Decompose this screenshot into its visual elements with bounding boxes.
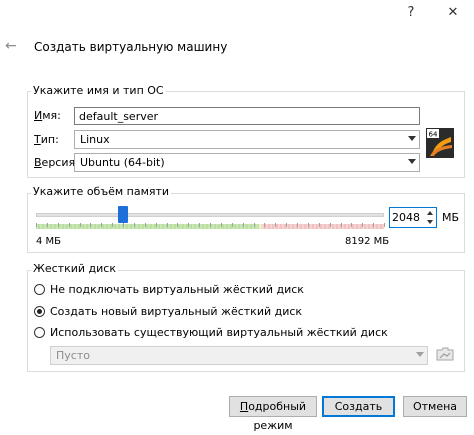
slider-tick	[351, 223, 353, 227]
type-select-value: Linux	[80, 133, 110, 146]
danger-zone	[262, 224, 384, 229]
help-button[interactable]: ?	[404, 6, 418, 20]
memory-value: 2048	[392, 211, 420, 224]
radio-none[interactable]	[34, 284, 45, 295]
memory-slider-track[interactable]	[36, 213, 384, 217]
existing-disk-select: Пусто	[50, 346, 428, 365]
version-select-value: Ubuntu (64-bit)	[80, 156, 165, 169]
slider-tick	[166, 223, 168, 227]
slider-tick	[133, 223, 135, 227]
disk-option-none-label: Не подключать виртуальный жёсткий диск	[50, 283, 304, 296]
memory-max-label: 8192 МБ	[345, 236, 390, 247]
existing-disk-value: Пусто	[56, 349, 90, 362]
slider-tick	[188, 223, 190, 227]
slider-tick	[242, 223, 244, 227]
cancel-button[interactable]: Отмена	[403, 396, 467, 417]
name-label: Имя:	[34, 109, 61, 122]
folder-icon	[436, 346, 454, 362]
slider-tick	[36, 223, 37, 227]
slider-tick	[384, 223, 385, 227]
name-input[interactable]: default_server	[74, 107, 420, 125]
slider-tick	[123, 223, 124, 227]
disk-group-title: Жесткий диск	[31, 262, 118, 275]
disk-option-create[interactable]: Создать новый виртуальный жёсткий диск	[34, 305, 454, 320]
back-arrow-icon[interactable]: ←	[5, 38, 17, 54]
slider-tick	[79, 223, 81, 227]
slider-tick	[329, 223, 331, 227]
slider-tick	[307, 223, 309, 227]
spin-up-button[interactable]	[425, 209, 435, 218]
slider-tick	[264, 223, 266, 227]
radio-selected-dot	[37, 309, 42, 314]
slider-tick	[340, 223, 342, 227]
arrow-up-icon	[427, 211, 433, 215]
slider-tick	[144, 223, 146, 227]
expert-mode-button[interactable]: Подробный режим	[229, 396, 317, 432]
slider-tick	[177, 223, 179, 227]
slider-tick	[155, 223, 157, 227]
arrow-down-icon	[427, 220, 433, 224]
slider-tick	[112, 223, 114, 227]
type-select[interactable]: Linux	[74, 130, 420, 149]
type-label: Тип:	[34, 133, 59, 146]
slider-tick	[275, 223, 277, 227]
spin-down-button[interactable]	[425, 218, 435, 227]
slider-tick	[318, 223, 320, 227]
memory-unit: МБ	[442, 211, 460, 224]
slider-tick	[373, 223, 375, 227]
slider-tick	[297, 223, 298, 227]
memory-slider-thumb[interactable]	[118, 206, 128, 223]
disk-option-create-label: Создать новый виртуальный жёсткий диск	[50, 305, 303, 318]
name-os-group-title: Укажите имя и тип ОС	[31, 84, 166, 97]
memory-min-label: 4 МБ	[36, 236, 62, 247]
slider-tick	[253, 223, 255, 227]
radio-create[interactable]	[34, 306, 45, 317]
os-icon-badge: 64	[429, 131, 438, 139]
slider-tick	[362, 223, 364, 227]
slider-tick	[210, 223, 211, 227]
chevron-down-icon	[416, 352, 424, 357]
slider-tick	[199, 223, 201, 227]
ubuntu-os-icon: 64	[426, 128, 454, 158]
memory-group-title: Укажите объём памяти	[31, 185, 172, 198]
dialog-title: Создать виртуальную машину	[34, 40, 228, 54]
disk-option-existing[interactable]: Использовать существующий виртуальный жё…	[34, 326, 454, 341]
chevron-down-icon	[408, 159, 416, 164]
disk-option-existing-label: Использовать существующий виртуальный жё…	[50, 326, 388, 339]
slider-tick	[90, 223, 92, 227]
slider-tick	[46, 223, 48, 227]
radio-existing[interactable]	[34, 327, 45, 338]
slider-tick	[68, 223, 70, 227]
chevron-down-icon	[408, 136, 416, 141]
slider-tick	[101, 223, 103, 227]
close-button[interactable]: ✕	[446, 6, 460, 20]
slider-tick	[57, 223, 59, 227]
version-label: Версия:	[34, 156, 79, 169]
slider-tick	[286, 223, 288, 227]
slider-tick	[231, 223, 233, 227]
version-select[interactable]: Ubuntu (64-bit)	[74, 153, 420, 172]
memory-spinbox[interactable]: 2048	[389, 207, 437, 228]
create-button[interactable]: Создать	[322, 396, 395, 417]
slider-tick	[220, 223, 222, 227]
disk-option-none[interactable]: Не подключать виртуальный жёсткий диск	[34, 283, 454, 298]
